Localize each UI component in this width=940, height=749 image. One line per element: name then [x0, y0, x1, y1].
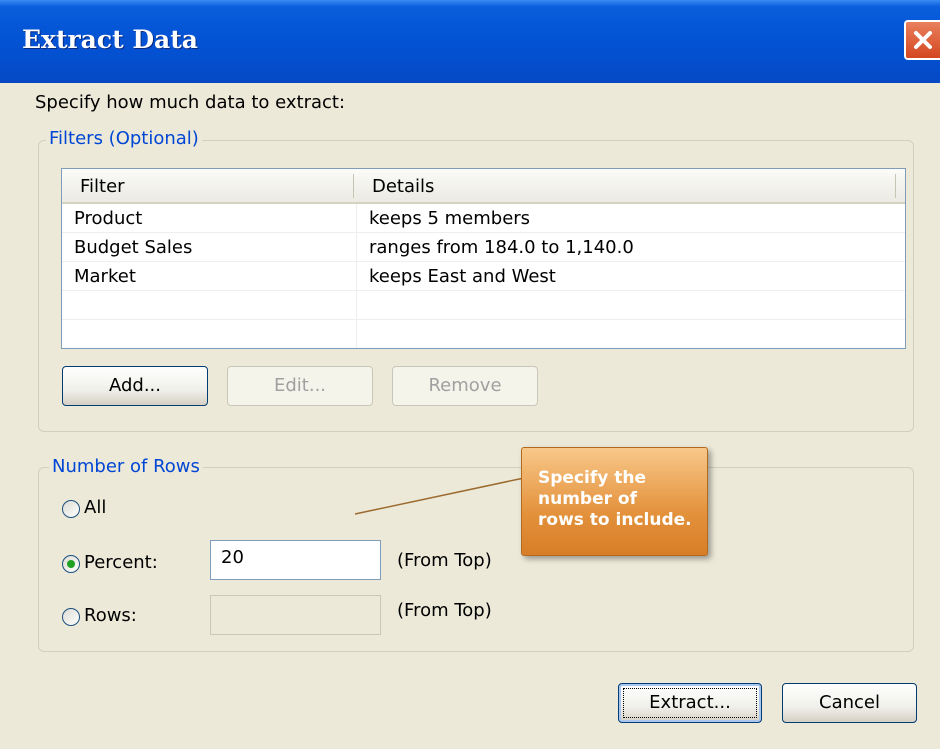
table-row[interactable]: Budget Sales ranges from 184.0 to 1,140.… [62, 233, 905, 262]
percent-suffix: (From Top) [397, 550, 492, 571]
column-header-details[interactable]: Details [372, 176, 434, 197]
percent-radio[interactable] [62, 555, 80, 573]
callout-pointer-line [354, 477, 525, 515]
extract-data-dialog: Extract Data Specify how much data to ex… [0, 0, 940, 749]
remove-filter-button[interactable]: Remove [392, 366, 538, 406]
filter-cell: Product [74, 208, 143, 229]
callout-line-2: number of [538, 489, 637, 509]
details-cell: ranges from 184.0 to 1,140.0 [369, 237, 634, 258]
details-cell: keeps 5 members [369, 208, 531, 229]
rows-radio-label[interactable]: Rows: [84, 605, 137, 626]
add-filter-button[interactable]: Add... [62, 366, 208, 406]
percent-input[interactable]: 20 [210, 540, 381, 580]
table-row-empty[interactable] [62, 320, 905, 348]
edit-filter-button[interactable]: Edit... [227, 366, 373, 406]
callout-tooltip: Specify the number of rows to include. [521, 447, 708, 556]
filters-group-label: Filters (Optional) [46, 128, 202, 149]
table-row[interactable]: Product keeps 5 members [62, 204, 905, 233]
rows-suffix: (From Top) [397, 600, 492, 621]
callout-line-1: Specify the [538, 468, 647, 488]
rows-radio[interactable] [62, 608, 80, 626]
callout-line-3: rows to include. [538, 510, 692, 530]
rows-group-label: Number of Rows [49, 456, 203, 477]
filter-cell: Budget Sales [74, 237, 193, 258]
header-divider[interactable] [353, 174, 354, 198]
column-header-filter[interactable]: Filter [80, 176, 125, 197]
close-button[interactable] [904, 20, 940, 60]
table-row[interactable]: Market keeps East and West [62, 262, 905, 291]
window-title: Extract Data [22, 25, 198, 54]
all-radio[interactable] [62, 500, 80, 518]
details-cell: keeps East and West [369, 266, 556, 287]
intro-text: Specify how much data to extract: [35, 92, 346, 113]
table-header: Filter Details [62, 169, 905, 204]
filter-cell: Market [74, 266, 136, 287]
table-row-empty[interactable] [62, 291, 905, 320]
rows-input[interactable] [210, 595, 381, 635]
extract-button[interactable]: Extract... [618, 683, 762, 723]
cancel-button[interactable]: Cancel [782, 683, 917, 723]
header-divider[interactable] [895, 174, 896, 198]
all-radio-label[interactable]: All [84, 497, 106, 518]
filters-table[interactable]: Filter Details Product keeps 5 members B… [61, 168, 906, 349]
title-bar: Extract Data [0, 0, 940, 83]
percent-radio-label[interactable]: Percent: [84, 552, 158, 573]
focus-ring [623, 688, 757, 718]
radio-selected-dot [67, 560, 75, 568]
